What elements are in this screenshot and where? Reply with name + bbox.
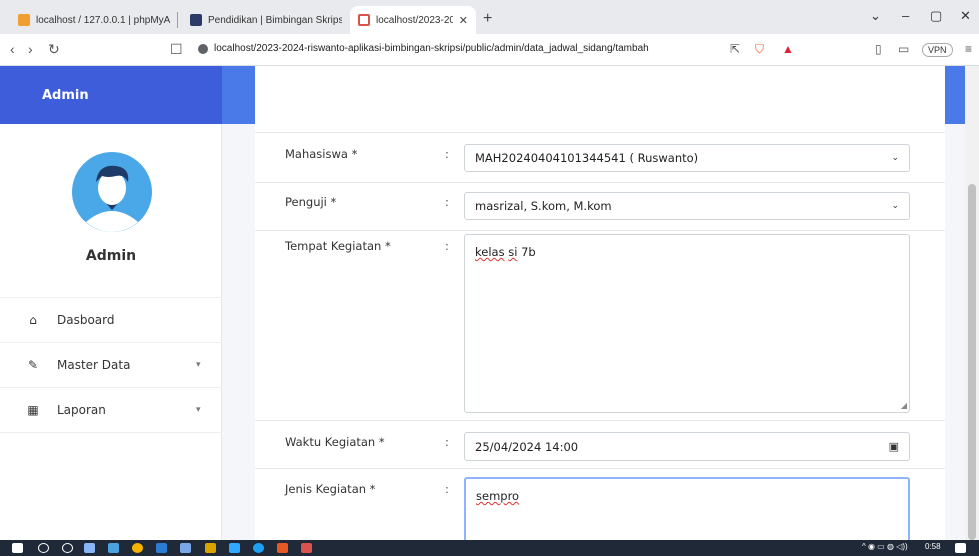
text-word: 7b: [521, 245, 536, 259]
tab-list-icon[interactable]: ⌄: [870, 8, 881, 24]
os-taskbar: ^ ◉ ▭ ◍ ◁)) 0:58: [0, 540, 979, 556]
new-tab-button[interactable]: +: [483, 10, 492, 28]
sidebar-item-label: Laporan: [57, 403, 106, 417]
chevron-down-icon: ▾: [196, 360, 201, 370]
text-word: kelas: [475, 245, 505, 259]
form-row-mahasiswa: Mahasiswa * : MAH20240404101344541 ( Rus…: [255, 132, 945, 182]
search-icon[interactable]: [38, 543, 49, 553]
colon: :: [445, 195, 449, 209]
select-value: masrizal, S.kom, M.kom: [475, 199, 612, 213]
site-info-icon[interactable]: [198, 43, 208, 54]
field-label: Waktu Kegiatan *: [285, 435, 385, 449]
colon: :: [445, 435, 449, 449]
tab-label: localhost / 127.0.0.1 | phpMyAdmin: [36, 14, 170, 26]
sidebar-menu: ⌂ Dasboard ✎ Master Data ▾ ▦ Laporan ▾: [0, 297, 222, 433]
avatar: [72, 152, 152, 232]
illustrator-icon[interactable]: [205, 543, 216, 553]
phpmyadmin-icon: [18, 14, 30, 26]
chrome-icon[interactable]: [132, 543, 143, 553]
jenis-kegiatan-textarea[interactable]: sempro: [464, 477, 910, 540]
calendar-icon: ▦: [27, 403, 39, 417]
colon: :: [445, 147, 449, 161]
sidebar-item-label: Master Data: [57, 358, 131, 372]
chevron-down-icon: ⌄: [891, 201, 899, 211]
field-label: Penguji *: [285, 195, 337, 209]
url-text: localhost/2023-2024-riswanto-aplikasi-bi…: [214, 43, 649, 54]
datetime-value: 25/04/2024 14:00: [475, 439, 579, 454]
resize-handle-icon[interactable]: ◢: [901, 401, 907, 410]
text-word: si: [508, 245, 518, 259]
tab-label: localhost/2023-2024-riswanto-a: [376, 14, 453, 26]
edit-icon: ✎: [27, 358, 39, 372]
url-field[interactable]: localhost/2023-2024-riswanto-aplikasi-bi…: [198, 43, 649, 54]
form-card: Mahasiswa * : MAH20240404101344541 ( Rus…: [255, 66, 945, 540]
tab-label: Pendidikan | Bimbingan Skripsi: [208, 14, 342, 26]
scrollbar-thumb[interactable]: [968, 184, 976, 540]
vpn-button[interactable]: VPN: [922, 43, 953, 57]
penguji-select[interactable]: masrizal, S.kom, M.kom ⌄: [464, 192, 910, 220]
sidebar-item-dasboard[interactable]: ⌂ Dasboard: [0, 298, 222, 343]
wallet-icon[interactable]: ▭: [898, 42, 909, 56]
mahasiswa-select[interactable]: MAH20240404101344541 ( Ruswanto) ⌄: [464, 144, 910, 172]
tab-active[interactable]: localhost/2023-2024-riswanto-a ✕: [350, 6, 476, 34]
sidebar-toggle-icon[interactable]: ▯: [875, 42, 882, 56]
calendar-icon[interactable]: ▣: [889, 440, 899, 453]
app-icon[interactable]: [180, 543, 191, 553]
forward-icon[interactable]: ›: [28, 41, 33, 57]
field-label: Jenis Kegiatan *: [285, 482, 376, 496]
colon: :: [445, 482, 449, 496]
word-icon[interactable]: [156, 543, 167, 553]
maximize-icon[interactable]: ▢: [930, 8, 942, 24]
task-view-icon[interactable]: [84, 543, 95, 553]
clock-time[interactable]: 0:58: [925, 542, 941, 551]
bookmark-icon[interactable]: ☐: [170, 41, 183, 58]
sidebar: Admin ⌂ Dasboard ✎ Master Data ▾ ▦ Lapor…: [0, 124, 222, 540]
colon: :: [445, 239, 449, 253]
xampp-icon[interactable]: [301, 543, 312, 553]
brave-icon[interactable]: [277, 543, 288, 553]
share-icon[interactable]: ⇱: [730, 42, 740, 56]
sidebar-item-laporan[interactable]: ▦ Laporan ▾: [0, 388, 222, 433]
form-row-jenis: Jenis Kegiatan * : sempro: [255, 468, 945, 540]
photoshop-icon[interactable]: [229, 543, 240, 553]
form-row-penguji: Penguji * : masrizal, S.kom, M.kom ⌄: [255, 182, 945, 230]
user-name: Admin: [85, 248, 137, 264]
back-icon[interactable]: ‹: [10, 41, 15, 57]
text-value: sempro: [476, 489, 520, 503]
waktu-kegiatan-input[interactable]: 25/04/2024 14:00 ▣: [464, 432, 910, 461]
tab-bimbingan-skripsi[interactable]: Pendidikan | Bimbingan Skripsi: [182, 6, 342, 34]
address-bar: ‹ › ↻ ☐ localhost/2023-2024-riswanto-apl…: [0, 34, 979, 66]
home-icon: ⌂: [29, 313, 37, 327]
tab-phpmyadmin[interactable]: localhost / 127.0.0.1 | phpMyAdmin: [10, 6, 170, 34]
tray-icons[interactable]: ^ ◉ ▭ ◍ ◁)): [862, 542, 908, 551]
rewards-icon[interactable]: ▲: [782, 42, 794, 56]
form-row-waktu: Waktu Kegiatan * : 25/04/2024 14:00 ▣: [255, 420, 945, 468]
app-window: Admin Admin ⌂ Dasboard ✎ Master Data ▾ ▦…: [0, 66, 979, 540]
edge-icon[interactable]: [253, 543, 264, 553]
reload-icon[interactable]: ↻: [48, 41, 60, 58]
sidebar-item-master-data[interactable]: ✎ Master Data ▾: [0, 343, 222, 388]
field-label: Mahasiswa *: [285, 147, 358, 161]
notification-icon[interactable]: [955, 543, 966, 553]
tab-separator: [177, 12, 178, 28]
brave-shield-icon[interactable]: ⛉: [755, 42, 764, 57]
form-row-tempat: Tempat Kegiatan * : kelas si 7b ◢: [255, 230, 945, 420]
file-explorer-icon[interactable]: [108, 543, 119, 553]
browser-tab-bar: localhost / 127.0.0.1 | phpMyAdmin Pendi…: [0, 0, 979, 34]
chevron-down-icon: ▾: [196, 405, 201, 415]
tempat-kegiatan-textarea[interactable]: kelas si 7b ◢: [464, 234, 910, 413]
menu-icon[interactable]: ≡: [965, 42, 972, 56]
field-label: Tempat Kegiatan *: [285, 239, 391, 253]
close-tab-icon[interactable]: ✕: [459, 14, 468, 27]
close-window-icon[interactable]: ✕: [960, 8, 971, 24]
brand-title[interactable]: Admin: [0, 66, 222, 124]
sidebar-item-label: Dasboard: [57, 313, 115, 327]
cortana-icon[interactable]: [62, 543, 73, 553]
chevron-down-icon: ⌄: [891, 153, 899, 163]
minimize-icon[interactable]: –: [902, 8, 909, 23]
site-icon: [190, 14, 202, 26]
site-icon: [358, 14, 370, 26]
select-value: MAH20240404101344541 ( Ruswanto): [475, 151, 699, 165]
windows-start-icon[interactable]: [12, 543, 23, 553]
